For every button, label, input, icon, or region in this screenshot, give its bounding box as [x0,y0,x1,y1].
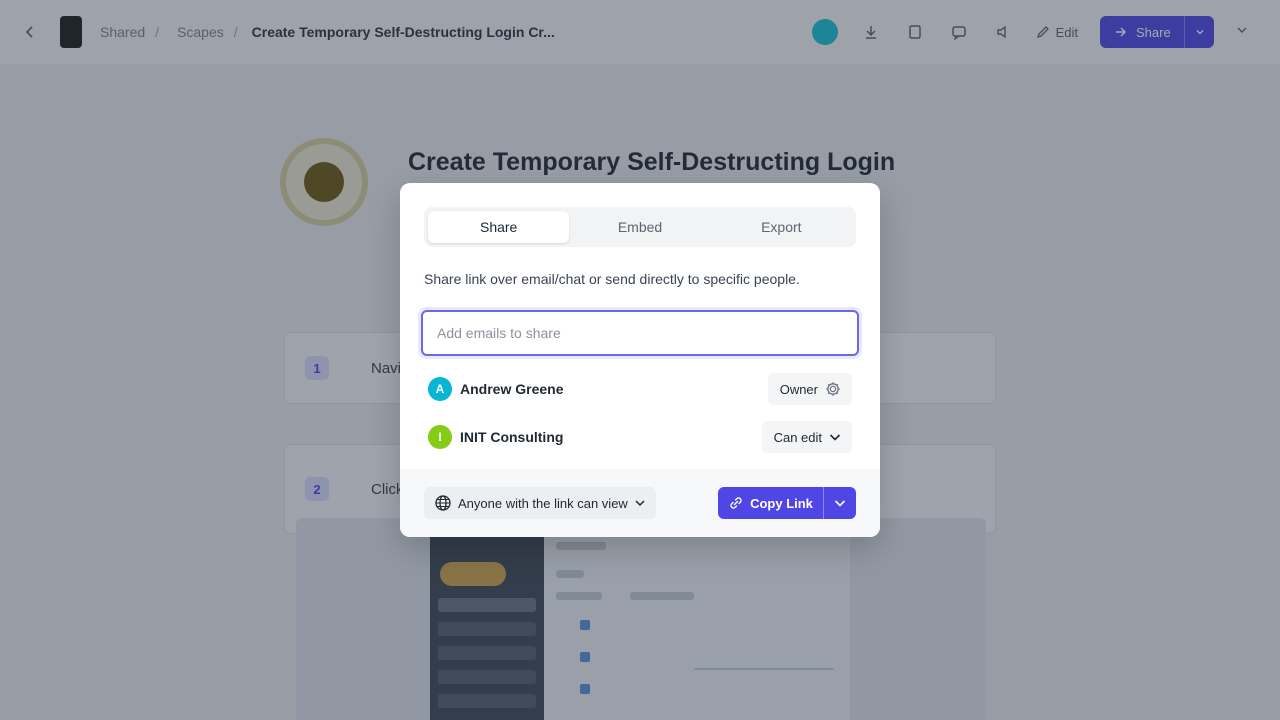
share-tabs: Share Embed Export [424,207,856,247]
link-access-label: Anyone with the link can view [458,495,628,511]
person-name: INIT Consulting [460,429,564,445]
globe-icon [435,495,451,511]
avatar: I [428,425,452,449]
link-access-dropdown[interactable]: Anyone with the link can view [424,487,656,519]
copy-link-label: Copy Link [750,495,813,511]
email-share-input[interactable] [421,310,859,356]
gear-icon [826,382,840,396]
copy-link-options-toggle[interactable] [823,487,856,519]
chevron-down-icon [635,500,645,507]
copy-link-group: Copy Link [718,487,856,519]
share-footer: Anyone with the link can view Copy Link [400,469,880,537]
role-owner[interactable]: Owner [767,373,852,405]
person-row: A Andrew Greene Owner [428,373,852,405]
person-row: I INIT Consulting Can edit [428,421,852,453]
share-description: Share link over email/chat or send direc… [424,271,800,287]
copy-link-button[interactable]: Copy Link [718,487,823,519]
role-select[interactable]: Can edit [761,421,852,453]
role-label: Owner [779,381,818,397]
chevron-down-icon [829,434,841,441]
role-label: Can edit [773,429,822,445]
person-name: Andrew Greene [460,381,564,397]
chevron-down-icon [834,500,846,507]
tab-embed[interactable]: Embed [569,211,710,243]
avatar: A [428,377,452,401]
link-icon [730,497,742,509]
share-modal: Share Embed Export Share link over email… [400,183,880,537]
tab-export[interactable]: Export [711,211,852,243]
tab-share[interactable]: Share [428,211,570,243]
